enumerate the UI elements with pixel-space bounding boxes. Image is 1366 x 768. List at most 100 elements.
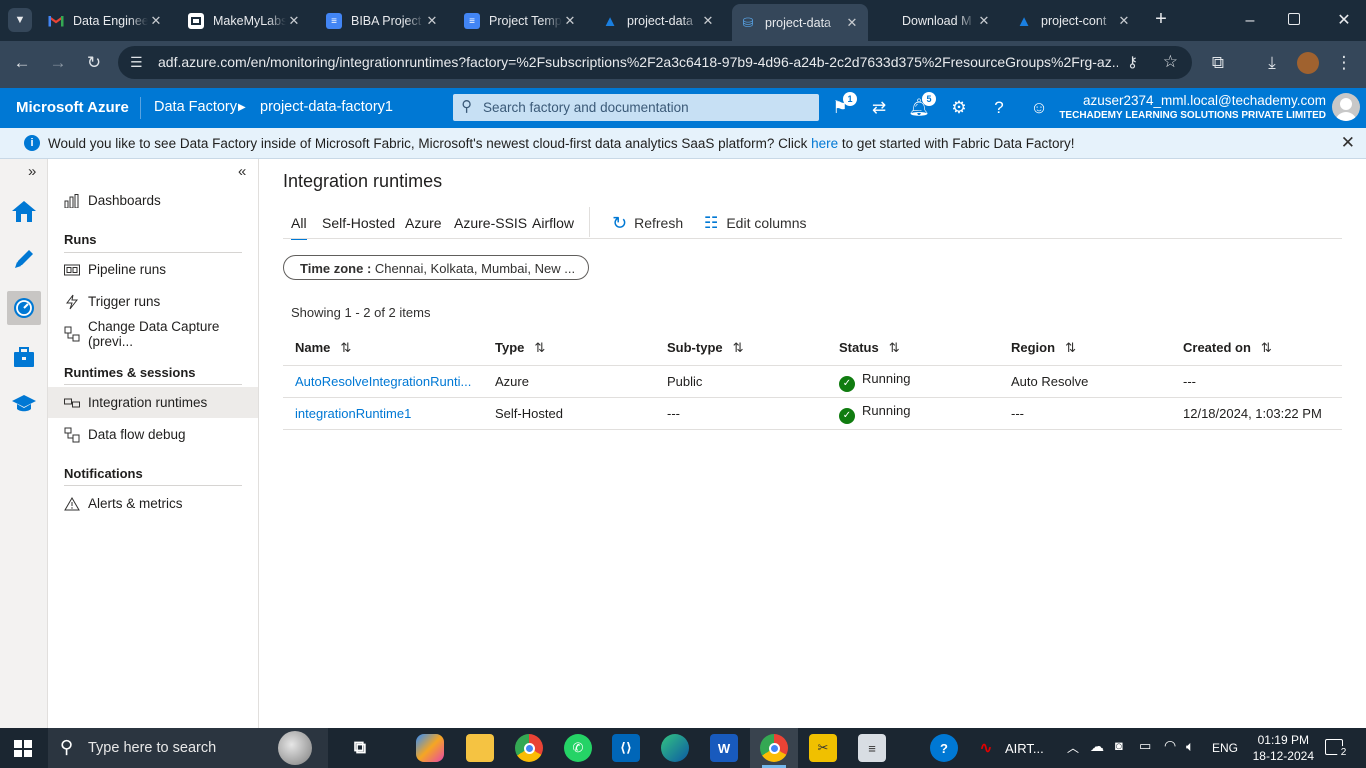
timezone-filter[interactable]: Time zone : Chennai, Kolkata, Mumbai, Ne… bbox=[283, 255, 589, 280]
author-pencil-icon[interactable] bbox=[8, 243, 40, 275]
help-app-icon[interactable]: ? bbox=[930, 734, 958, 762]
downloads-icon[interactable]: ⤓ bbox=[1260, 51, 1284, 75]
sort-icon[interactable]: ⇅ bbox=[889, 340, 900, 356]
breadcrumb-factory[interactable]: project-data-factory1 bbox=[260, 99, 393, 115]
chrome-icon[interactable] bbox=[515, 734, 543, 762]
help-icon[interactable]: ? bbox=[988, 97, 1010, 119]
language-indicator[interactable]: ENG bbox=[1212, 741, 1238, 755]
column-header-status[interactable]: Status ⇅ bbox=[827, 331, 999, 366]
nav-alerts-metrics[interactable]: Alerts & metrics bbox=[48, 488, 258, 519]
home-icon[interactable] bbox=[8, 195, 40, 227]
filter-tab-airflow[interactable]: Airflow bbox=[532, 215, 574, 231]
speaker-icon[interactable]: 🔈︎ bbox=[1186, 738, 1194, 755]
file-explorer-icon[interactable] bbox=[466, 734, 494, 762]
browser-menu-icon[interactable]: ⋮ bbox=[1332, 51, 1356, 75]
airtel-icon[interactable]: ∿ bbox=[972, 734, 1000, 762]
browser-tab[interactable]: Data Engineer ✕ bbox=[40, 6, 172, 36]
browser-tab[interactable]: MakeMyLabs ✕ bbox=[180, 6, 310, 36]
account-info[interactable]: azuser2374_mml.local@techademy.com TECHA… bbox=[1059, 93, 1326, 121]
close-tab-icon[interactable]: ✕ bbox=[148, 13, 164, 29]
edit-columns-button[interactable]: ☷ Edit columns bbox=[704, 212, 807, 234]
browser-tab[interactable]: ▲ project-cont ✕ bbox=[1008, 6, 1140, 36]
task-view-icon[interactable]: ⧉ bbox=[346, 734, 374, 762]
nav-pipeline-runs[interactable]: Pipeline runs bbox=[48, 254, 258, 285]
snipping-tool-icon[interactable]: ✂ bbox=[809, 734, 837, 762]
vscode-icon[interactable]: ⟨⟩ bbox=[612, 734, 640, 762]
browser-tab-active[interactable]: ⛁ project-data ✕ bbox=[732, 4, 868, 41]
filter-tab-self-hosted[interactable]: Self-Hosted bbox=[322, 215, 395, 231]
table-row[interactable]: integrationRuntime1 Self-Hosted --- ✓ Run… bbox=[283, 397, 1342, 430]
monitor-icon[interactable] bbox=[7, 291, 41, 325]
column-header-created-on[interactable]: Created on ⇅ bbox=[1171, 331, 1342, 366]
whatsapp-icon[interactable]: ✆ bbox=[564, 734, 592, 762]
forward-icon[interactable]: → bbox=[46, 51, 70, 75]
site-info-icon[interactable]: ☰ bbox=[130, 54, 143, 71]
close-tab-icon[interactable]: ✕ bbox=[562, 13, 578, 29]
breadcrumb-service[interactable]: Data Factory bbox=[154, 99, 237, 115]
minimize-window-icon[interactable]: – bbox=[1240, 12, 1260, 29]
tab-search-button[interactable]: ▼ bbox=[8, 8, 32, 32]
bookmark-star-icon[interactable]: ☆ bbox=[1163, 52, 1178, 72]
directory-switch-icon[interactable]: ⇄ bbox=[868, 97, 890, 119]
browser-tab[interactable]: Download M ✕ bbox=[870, 6, 1000, 36]
expand-rail-icon[interactable]: » bbox=[28, 163, 36, 180]
column-header-type[interactable]: Type ⇅ bbox=[483, 331, 655, 366]
bell-icon[interactable]: 🔔︎ 5 bbox=[908, 92, 936, 119]
nav-integration-runtimes[interactable]: Integration runtimes bbox=[48, 387, 258, 418]
close-tab-icon[interactable]: ✕ bbox=[286, 13, 302, 29]
filter-tab-azure-ssis[interactable]: Azure-SSIS bbox=[454, 215, 527, 231]
camera-icon[interactable]: ◙ bbox=[1115, 738, 1123, 753]
manage-toolbox-icon[interactable] bbox=[8, 341, 40, 373]
address-bar[interactable]: ☰ adf.azure.com/en/monitoring/integratio… bbox=[118, 46, 1192, 79]
sort-icon[interactable]: ⇅ bbox=[1261, 340, 1272, 356]
sort-icon[interactable]: ⇅ bbox=[1065, 340, 1076, 356]
close-tab-icon[interactable]: ✕ bbox=[976, 13, 992, 29]
azure-brand[interactable]: Microsoft Azure bbox=[16, 99, 129, 116]
back-icon[interactable]: ← bbox=[10, 51, 34, 75]
runtime-name-link[interactable]: integrationRuntime1 bbox=[295, 406, 411, 421]
filter-tab-all[interactable]: All bbox=[291, 215, 307, 240]
close-window-icon[interactable]: ✕ bbox=[1334, 10, 1354, 30]
sort-icon[interactable]: ⇅ bbox=[534, 340, 545, 356]
browser-tab[interactable]: ≡ BIBA Project ✕ bbox=[318, 6, 448, 36]
word-icon[interactable]: W bbox=[710, 734, 738, 762]
close-tab-icon[interactable]: ✕ bbox=[844, 15, 860, 31]
table-row[interactable]: AutoResolveIntegrationRunti... Azure Pub… bbox=[283, 365, 1342, 398]
browser-tab[interactable]: ≡ Project Temp ✕ bbox=[456, 6, 586, 36]
close-tab-icon[interactable]: ✕ bbox=[424, 13, 440, 29]
close-tab-icon[interactable]: ✕ bbox=[700, 13, 716, 29]
nav-data-flow-debug[interactable]: Data flow debug bbox=[48, 419, 258, 450]
collapse-nav-icon[interactable]: « bbox=[238, 163, 246, 180]
notifications-activity-icon[interactable]: ⚑ 1 bbox=[829, 92, 857, 119]
close-icon[interactable]: ✕ bbox=[1341, 133, 1355, 153]
restore-window-icon[interactable] bbox=[1288, 13, 1300, 25]
taskbar-search-input[interactable]: ⚲ Type here to search bbox=[48, 728, 328, 768]
chevron-up-icon[interactable]: ︿ bbox=[1067, 739, 1079, 756]
close-tab-icon[interactable]: ✕ bbox=[1116, 13, 1132, 29]
profile-avatar[interactable] bbox=[1297, 52, 1319, 74]
edge-icon[interactable] bbox=[661, 734, 689, 762]
sort-icon[interactable]: ⇅ bbox=[733, 340, 744, 356]
search-input[interactable]: ⚲ Search factory and documentation bbox=[453, 94, 819, 121]
chrome-profile-icon[interactable] bbox=[760, 734, 788, 762]
nav-trigger-runs[interactable]: Trigger runs bbox=[48, 286, 258, 317]
banner-link-here[interactable]: here bbox=[811, 136, 838, 151]
learning-cap-icon[interactable] bbox=[8, 387, 40, 419]
refresh-button[interactable]: ↻ Refresh bbox=[612, 212, 683, 234]
nav-change-data-capture[interactable]: Change Data Capture (previ... bbox=[48, 318, 258, 349]
copilot-icon[interactable] bbox=[416, 734, 444, 762]
battery-icon[interactable]: ▭ bbox=[1139, 738, 1151, 754]
column-header-name[interactable]: Name ⇅ bbox=[283, 331, 483, 366]
system-clock[interactable]: 01:19 PM 18-12-2024 bbox=[1253, 732, 1314, 764]
column-header-region[interactable]: Region ⇅ bbox=[999, 331, 1171, 366]
password-key-icon[interactable]: ⚷ bbox=[1127, 53, 1138, 71]
avatar[interactable] bbox=[1332, 93, 1360, 121]
nav-dashboards[interactable]: Dashboards bbox=[48, 185, 258, 216]
wifi-icon[interactable]: ◠ bbox=[1164, 737, 1176, 754]
cloud-icon[interactable]: ☁ bbox=[1090, 738, 1104, 755]
feedback-icon[interactable]: ☺ bbox=[1028, 97, 1050, 119]
reload-icon[interactable]: ↻ bbox=[82, 51, 106, 75]
runtime-name-link[interactable]: AutoResolveIntegrationRunti... bbox=[295, 374, 471, 389]
sort-icon[interactable]: ⇅ bbox=[340, 340, 351, 356]
browser-tab[interactable]: ▲ project-data ✕ bbox=[594, 6, 724, 36]
